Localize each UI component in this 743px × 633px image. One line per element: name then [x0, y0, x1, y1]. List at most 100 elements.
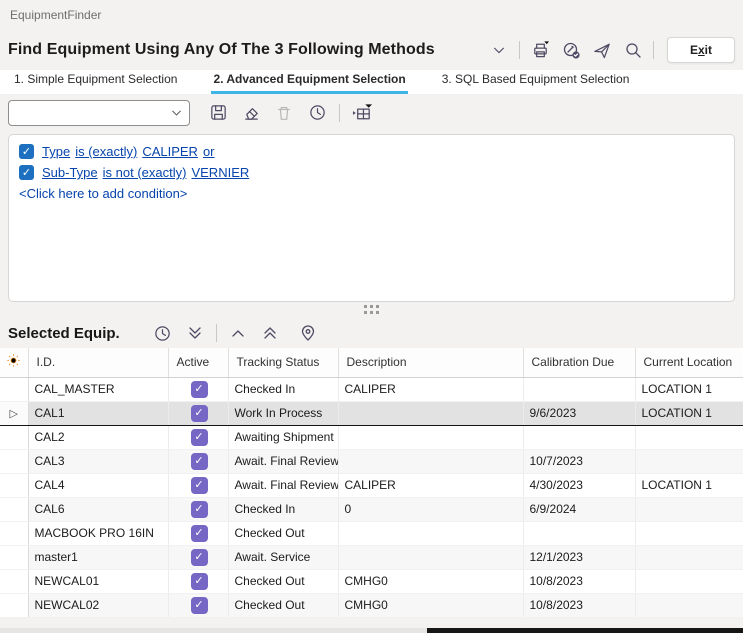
row-indicator[interactable]	[0, 593, 28, 617]
cell-current-location[interactable]: LOCATION 1	[635, 377, 743, 401]
cell-tracking-status[interactable]: Checked Out	[228, 569, 338, 593]
cell-id[interactable]: CAL4	[28, 473, 168, 497]
row-indicator[interactable]	[0, 497, 28, 521]
active-checkbox[interactable]	[191, 525, 208, 542]
table-row[interactable]: master1Await. Service12/1/2023	[0, 545, 743, 569]
double-chevron-down-icon[interactable]	[184, 322, 206, 344]
condition-link[interactable]: is not (exactly)	[103, 165, 187, 180]
active-checkbox[interactable]	[191, 549, 208, 566]
condition-link[interactable]: Type	[42, 144, 70, 159]
print-options-icon[interactable]	[560, 39, 582, 61]
cell-current-location[interactable]	[635, 521, 743, 545]
grid-options-button[interactable]	[0, 348, 28, 377]
table-row[interactable]: NEWCAL02 Checked OutCMHG010/8/2023	[0, 593, 743, 617]
table-row[interactable]: MACBOOK PRO 16INChecked Out	[0, 521, 743, 545]
cell-id[interactable]: CAL2	[28, 425, 168, 449]
condition-link[interactable]: or	[203, 144, 215, 159]
save-filter-icon[interactable]	[207, 102, 229, 124]
condition-link[interactable]: VERNIER	[191, 165, 249, 180]
tab-1[interactable]: 1. Simple Equipment Selection	[12, 72, 179, 94]
row-indicator[interactable]	[0, 377, 28, 401]
location-icon[interactable]	[297, 322, 319, 344]
column-header-current-location[interactable]: Current Location	[635, 348, 743, 377]
cell-id[interactable]: NEWCAL02	[28, 593, 168, 617]
search-icon[interactable]	[622, 39, 644, 61]
cell-tracking-status[interactable]: Work In Process	[228, 401, 338, 425]
saved-filter-input[interactable]	[15, 106, 170, 120]
column-header-description[interactable]: Description	[338, 348, 523, 377]
cell-current-location[interactable]	[635, 497, 743, 521]
table-row[interactable]: CAL2 Awaiting Shipment	[0, 425, 743, 449]
table-row[interactable]: CAL_MASTERChecked InCALIPERLOCATION 1	[0, 377, 743, 401]
cell-id[interactable]: CAL_MASTER	[28, 377, 168, 401]
condition-checkbox[interactable]	[19, 165, 34, 180]
cell-calibration-due[interactable]: 10/8/2023	[523, 593, 635, 617]
active-checkbox[interactable]	[191, 381, 208, 398]
cell-tracking-status[interactable]: Checked In	[228, 377, 338, 401]
delete-filter-icon[interactable]	[273, 102, 295, 124]
cell-calibration-due[interactable]: 4/30/2023	[523, 473, 635, 497]
horizontal-scrollbar[interactable]	[0, 628, 743, 633]
cell-tracking-status[interactable]: Awaiting Shipment	[228, 425, 338, 449]
active-checkbox[interactable]	[191, 405, 208, 422]
cell-description[interactable]	[338, 545, 523, 569]
horizontal-scrollbar-thumb[interactable]	[427, 628, 743, 633]
cell-description[interactable]: CMHG0	[338, 569, 523, 593]
column-chooser-icon[interactable]	[351, 102, 373, 124]
condition-link[interactable]: CALIPER	[142, 144, 198, 159]
cell-tracking-status[interactable]: Checked Out	[228, 521, 338, 545]
cell-current-location[interactable]	[635, 425, 743, 449]
print-icon[interactable]	[529, 39, 551, 61]
table-row[interactable]: CAL6 Checked In06/9/2024	[0, 497, 743, 521]
cell-calibration-due[interactable]: 10/8/2023	[523, 569, 635, 593]
table-row[interactable]: CAL4Await. Final ReviewCALIPER4/30/2023L…	[0, 473, 743, 497]
cell-tracking-status[interactable]: Checked Out	[228, 593, 338, 617]
cell-description[interactable]: 0	[338, 497, 523, 521]
column-header-calibration-due[interactable]: Calibration Due	[523, 348, 635, 377]
row-indicator[interactable]	[0, 449, 28, 473]
cell-calibration-due[interactable]	[523, 377, 635, 401]
cell-current-location[interactable]: LOCATION 1	[635, 401, 743, 425]
chevron-up-icon[interactable]	[227, 322, 249, 344]
active-checkbox[interactable]	[191, 429, 208, 446]
table-row[interactable]: CAL3Await. Final Review10/7/2023	[0, 449, 743, 473]
row-indicator[interactable]	[0, 569, 28, 593]
row-indicator[interactable]	[0, 425, 28, 449]
cell-calibration-due[interactable]: 6/9/2024	[523, 497, 635, 521]
row-indicator[interactable]	[0, 521, 28, 545]
cell-id[interactable]: CAL6	[28, 497, 168, 521]
cell-tracking-status[interactable]: Checked In	[228, 497, 338, 521]
cell-current-location[interactable]	[635, 545, 743, 569]
equip-history-icon[interactable]	[152, 322, 174, 344]
condition-checkbox[interactable]	[19, 144, 34, 159]
add-condition-link[interactable]: <Click here to add condition>	[19, 186, 724, 201]
cell-id[interactable]: CAL3	[28, 449, 168, 473]
row-indicator-arrow-icon[interactable]: ▷	[0, 401, 28, 425]
table-row[interactable]: NEWCAL01 Checked OutCMHG010/8/2023	[0, 569, 743, 593]
clear-filter-icon[interactable]	[240, 102, 262, 124]
tab-2[interactable]: 2. Advanced Equipment Selection	[211, 72, 407, 94]
send-icon[interactable]	[591, 39, 613, 61]
history-icon[interactable]	[306, 102, 328, 124]
row-indicator[interactable]	[0, 473, 28, 497]
cell-id[interactable]: NEWCAL01	[28, 569, 168, 593]
cell-calibration-due[interactable]	[523, 521, 635, 545]
cell-description[interactable]: CMHG0	[338, 593, 523, 617]
cell-calibration-due[interactable]	[523, 425, 635, 449]
active-checkbox[interactable]	[191, 501, 208, 518]
cell-id[interactable]: master1	[28, 545, 168, 569]
active-checkbox[interactable]	[191, 573, 208, 590]
cell-current-location[interactable]	[635, 593, 743, 617]
chevron-down-icon[interactable]	[488, 39, 510, 61]
cell-id[interactable]: CAL1	[28, 401, 168, 425]
condition-link[interactable]: Sub-Type	[42, 165, 98, 180]
cell-current-location[interactable]	[635, 569, 743, 593]
cell-calibration-due[interactable]: 10/7/2023	[523, 449, 635, 473]
splitter-handle[interactable]	[0, 302, 743, 318]
active-checkbox[interactable]	[191, 477, 208, 494]
table-row[interactable]: ▷CAL1Work In Process9/6/2023LOCATION 1	[0, 401, 743, 425]
cell-description[interactable]	[338, 521, 523, 545]
saved-filter-combo[interactable]	[8, 100, 190, 126]
double-chevron-up-icon[interactable]	[259, 322, 281, 344]
cell-description[interactable]	[338, 401, 523, 425]
